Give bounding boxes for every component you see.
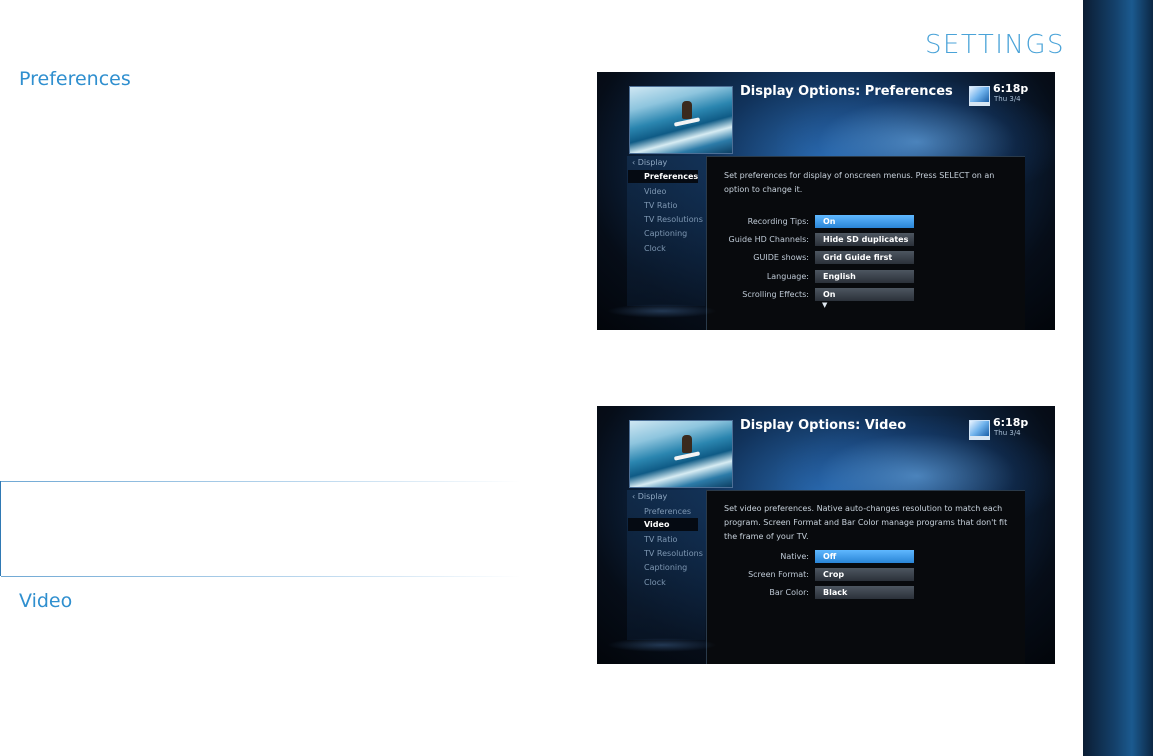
options-panel: Set video preferences. Native auto-chang… — [706, 490, 1025, 664]
menu-item-captioning[interactable]: Captioning — [644, 229, 687, 238]
option-label-screen-format: Screen Format: — [748, 570, 809, 579]
menu-item-video[interactable]: Video — [644, 187, 666, 196]
note-box-top-rule — [1, 481, 521, 482]
option-value-language[interactable]: English — [815, 270, 914, 283]
option-label-recording-tips: Recording Tips: — [747, 217, 809, 226]
options-panel: Set preferences for display of onscreen … — [706, 156, 1025, 330]
note-box-bottom-rule — [1, 576, 521, 577]
option-label-language: Language: — [766, 272, 809, 281]
surfer-figure — [682, 435, 692, 453]
option-value-screen-format[interactable]: Crop — [815, 568, 914, 581]
scroll-down-icon[interactable]: ▼ — [822, 301, 827, 309]
display-menu: ‹ Display Preferences Video TV Ratio TV … — [627, 156, 705, 306]
note-box — [0, 481, 521, 577]
menu-item-tv-ratio[interactable]: TV Ratio — [644, 201, 677, 210]
menu-back-display[interactable]: ‹ Display — [632, 158, 667, 167]
preferences-screenshot: Display Options: Preferences 6:18p Thu 3… — [597, 72, 1055, 330]
directv-logo-icon — [969, 420, 990, 437]
menu-back-label: Display — [637, 158, 668, 167]
menu-item-captioning[interactable]: Captioning — [644, 563, 687, 572]
panel-description: Set preferences for display of onscreen … — [724, 171, 995, 194]
floor-reflection — [607, 304, 717, 318]
menu-item-tv-resolutions[interactable]: TV Resolutions — [644, 549, 703, 558]
display-menu: ‹ Display Preferences Video TV Ratio TV … — [627, 490, 705, 640]
option-label-native: Native: — [780, 552, 809, 561]
menu-item-tv-ratio[interactable]: TV Ratio — [644, 535, 677, 544]
live-tv-thumbnail — [629, 86, 733, 154]
clock-time: 6:18p — [993, 82, 1029, 95]
option-label-guide-shows: GUIDE shows: — [753, 253, 809, 262]
menu-item-clock[interactable]: Clock — [644, 244, 666, 253]
menu-item-tv-resolutions[interactable]: TV Resolutions — [644, 215, 703, 224]
option-label-bar-color: Bar Color: — [769, 588, 809, 597]
floor-reflection — [607, 638, 717, 652]
surfer-figure — [682, 101, 692, 119]
option-value-native[interactable]: Off — [815, 550, 914, 563]
directv-logo-wordmark — [969, 436, 990, 440]
option-label-guide-hd-channels: Guide HD Channels: — [728, 235, 809, 244]
option-value-recording-tips[interactable]: On — [815, 215, 914, 228]
panel-description: Set video preferences. Native auto-chang… — [724, 504, 1008, 541]
directv-logo-wordmark — [969, 102, 990, 106]
option-label-scrolling-effects: Scrolling Effects: — [742, 290, 809, 299]
option-value-scrolling-effects[interactable]: On — [815, 288, 914, 301]
directv-logo-icon — [969, 86, 990, 103]
clock-time: 6:18p — [993, 416, 1029, 429]
video-screenshot: Display Options: Video 6:18p Thu 3/4 ‹ D… — [597, 406, 1055, 664]
option-value-guide-hd-channels[interactable]: Hide SD duplicates — [815, 233, 914, 246]
menu-item-preferences[interactable]: Preferences — [644, 507, 691, 516]
live-tv-thumbnail — [629, 420, 733, 488]
clock-date: Thu 3/4 — [994, 95, 1021, 103]
decorative-side-strip — [1083, 0, 1153, 756]
clock-date: Thu 3/4 — [994, 429, 1021, 437]
option-value-guide-shows[interactable]: Grid Guide first — [815, 251, 914, 264]
preferences-heading: Preferences — [19, 68, 131, 90]
menu-item-video[interactable]: Video — [628, 518, 698, 531]
menu-back-label: Display — [637, 492, 668, 501]
menu-item-clock[interactable]: Clock — [644, 578, 666, 587]
screen-title: Display Options: Preferences — [740, 84, 953, 99]
video-heading: Video — [19, 590, 73, 612]
page-title: SETTINGS — [924, 30, 1065, 60]
menu-back-display[interactable]: ‹ Display — [632, 492, 667, 501]
option-value-bar-color[interactable]: Black — [815, 586, 914, 599]
screen-title: Display Options: Video — [740, 418, 907, 433]
menu-item-preferences[interactable]: Preferences — [628, 170, 698, 183]
